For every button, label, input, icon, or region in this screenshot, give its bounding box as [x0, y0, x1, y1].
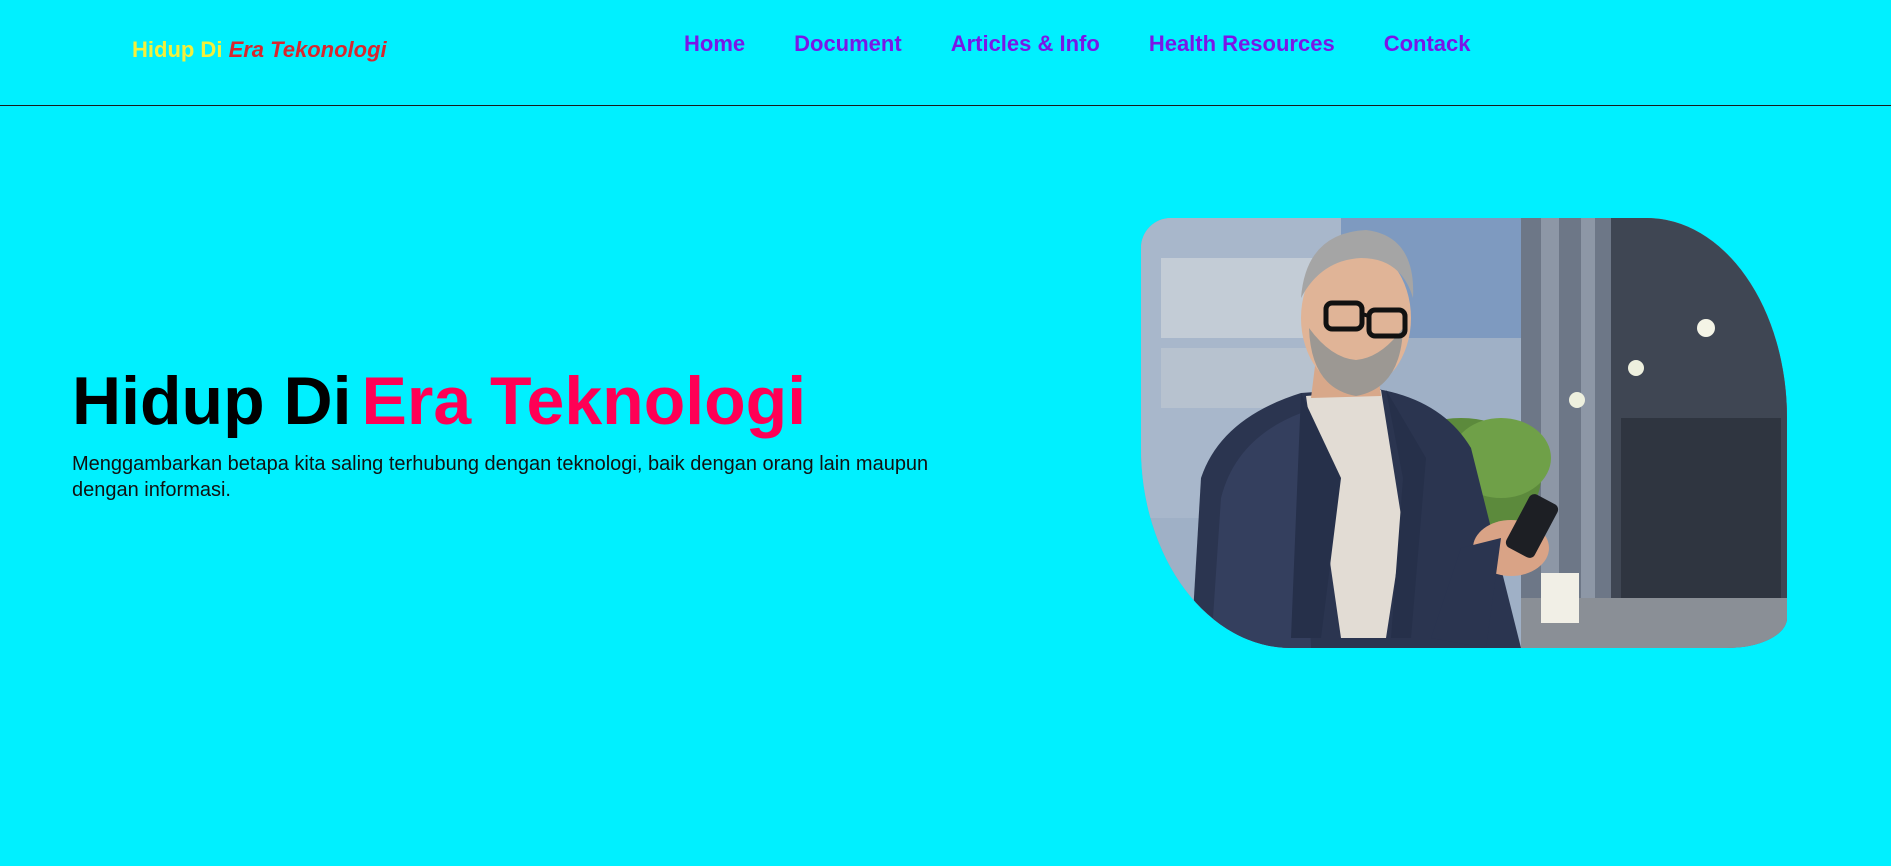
hero-title-accent: Era Teknologi [361, 363, 807, 439]
hero-title: Hidup Di Era Teknologi [72, 362, 806, 440]
hero-description: Menggambarkan betapa kita saling terhubu… [72, 453, 929, 501]
main-nav: Home Document Articles & Info Health Res… [684, 31, 1519, 57]
brand-text-primary: Hidup Di [132, 37, 223, 62]
nav-home-link[interactable]: Home [684, 31, 745, 57]
navbar: Hidup Di Era Tekonologi Home Document Ar… [0, 0, 1891, 106]
nav-contact-link[interactable]: Contack [1384, 31, 1471, 57]
brand-logo[interactable]: Hidup Di Era Tekonologi [132, 37, 387, 63]
nav-articles-link[interactable]: Articles & Info [951, 31, 1100, 57]
nav-document-link[interactable]: Document [794, 31, 902, 57]
hero-title-primary: Hidup Di [72, 363, 352, 439]
hero-photo-man-with-phone [1141, 218, 1787, 648]
hero-photo-illustration [1141, 218, 1787, 648]
brand-text-accent: Era Tekonologi [228, 37, 387, 62]
nav-health-resources-link[interactable]: Health Resources [1149, 31, 1335, 57]
